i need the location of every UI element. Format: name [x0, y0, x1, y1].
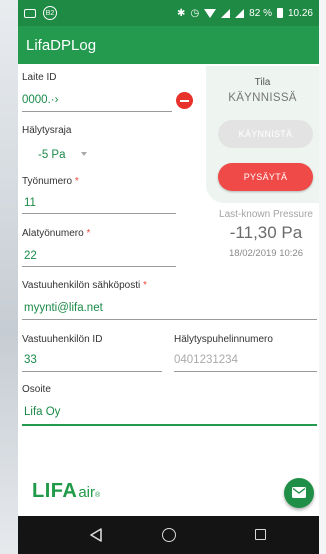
system-navigation-bar	[18, 516, 319, 554]
address-label: Osoite	[22, 384, 51, 395]
clock: 10.26	[287, 7, 313, 19]
app-bar: LifaDPLog	[18, 26, 319, 64]
status-state: KÄYNNISSÄ	[228, 92, 297, 104]
signal-icon	[221, 8, 231, 18]
alarm-limit-select[interactable]: -5 Pa	[38, 149, 66, 161]
remove-device-button[interactable]	[176, 92, 193, 109]
address-field[interactable]: Lifa Oy	[24, 406, 60, 418]
device-id-underline	[22, 111, 172, 112]
device-id-label: Laite ID	[22, 72, 57, 83]
sub-work-number-underline	[22, 266, 176, 267]
contact-id-underline	[22, 371, 162, 372]
work-number-label: Työnumero *	[22, 176, 79, 187]
work-number-field[interactable]: 11	[24, 197, 36, 209]
alarm-phone-label: Hälytyspuhelinnumero	[174, 334, 273, 345]
app-title: LifaDPLog	[26, 36, 97, 54]
work-number-underline	[22, 213, 176, 214]
home-icon[interactable]	[162, 528, 176, 542]
alarm-icon: ◷	[190, 7, 200, 19]
pressure-label: Last-known Pressure	[219, 209, 313, 220]
contact-email-field[interactable]: myynti@lifa.net	[24, 302, 103, 314]
alarm-phone-field[interactable]: 0401231234	[174, 354, 238, 366]
pressure-timestamp: 18/02/2019 10:26	[229, 248, 303, 259]
device-id-field[interactable]: 0000.·›	[22, 94, 58, 106]
chevron-down-icon[interactable]	[81, 152, 87, 156]
sub-work-number-label: Alatyönumero *	[22, 228, 91, 239]
recent-apps-icon[interactable]	[255, 529, 266, 540]
logo-registered-mark: ®	[95, 492, 101, 499]
sub-work-number-field[interactable]: 22	[24, 250, 37, 262]
status-panel: Tila KÄYNNISSÄ KÄYNNISTÄ PYSÄYTÄ	[206, 66, 319, 203]
lifa-air-logo: LIFA air ®	[32, 480, 100, 504]
contact-id-field[interactable]: 33	[24, 354, 37, 366]
bluetooth-icon: ✱	[177, 7, 186, 19]
sim-icon	[24, 8, 36, 18]
start-button[interactable]: KÄYNNISTÄ	[218, 120, 313, 148]
logo-suffix: air	[78, 484, 96, 501]
alarm-phone-underline	[174, 371, 317, 372]
background-left	[0, 0, 18, 554]
contact-email-underline	[22, 319, 317, 320]
pressure-value: -11,30 Pa	[229, 223, 303, 242]
address-underline	[22, 424, 317, 426]
contact-email-label: Vastuuhenkilön sähköposti *	[22, 280, 147, 291]
notification-badge: B2	[43, 6, 57, 20]
wifi-icon	[204, 8, 217, 18]
phone-screen: B2 ✱ ◷ 82 % 10.26 LifaDPLog Laite ID 000…	[18, 0, 319, 554]
alarm-limit-label: Hälytysraja	[22, 125, 72, 136]
stop-button[interactable]: PYSÄYTÄ	[218, 163, 313, 191]
signal-icon-2	[235, 8, 245, 18]
mail-icon	[292, 487, 306, 498]
back-icon[interactable]	[90, 528, 102, 542]
background-right	[319, 0, 326, 554]
main-form: Laite ID 0000.·› Hälytysraja -5 Pa Työnu…	[18, 64, 319, 516]
battery-percent: 82 %	[249, 7, 272, 19]
send-email-button[interactable]	[284, 478, 314, 508]
battery-icon	[276, 8, 283, 18]
logo-brand: LIFA	[32, 480, 78, 502]
contact-id-label: Vastuuhenkilön ID	[22, 334, 103, 345]
status-bar: B2 ✱ ◷ 82 % 10.26	[18, 0, 319, 26]
status-label: Tila	[254, 77, 271, 88]
